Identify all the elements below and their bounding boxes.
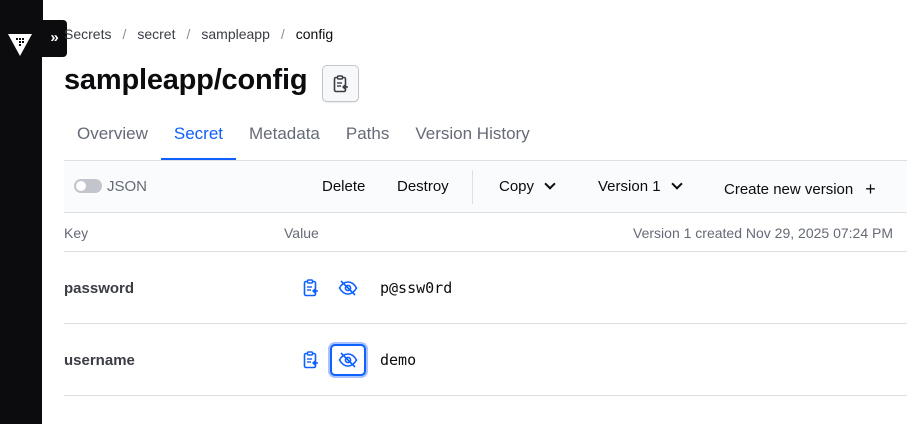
table-row: username demo [64, 324, 907, 396]
breadcrumb-separator: / [280, 26, 285, 42]
version-dropdown-label: Version 1 [598, 178, 661, 195]
copy-path-button[interactable] [322, 65, 359, 102]
breadcrumb-secrets[interactable]: Secrets [64, 26, 111, 42]
table-row: password p@ssw0rd [64, 252, 907, 324]
copy-dropdown-label: Copy [499, 178, 535, 195]
tab-overview[interactable]: Overview [64, 112, 161, 160]
copy-value-button[interactable] [300, 348, 322, 372]
tab-bar: Overview Secret Metadata Paths Version H… [64, 112, 543, 160]
version-dropdown[interactable]: Version 1 [598, 178, 683, 195]
chevron-down-icon [670, 178, 683, 190]
json-toggle[interactable] [74, 179, 102, 193]
secret-key: username [64, 352, 135, 369]
eye-off-icon [338, 352, 358, 368]
version-created-info: Version 1 created Nov 29, 2025 07:24 PM [633, 225, 893, 241]
toolbar-divider [472, 170, 473, 204]
secret-value: p@ssw0rd [380, 279, 453, 297]
double-chevron-right-icon: » [50, 29, 59, 46]
column-key-header: Key [64, 225, 89, 241]
breadcrumb-config: config [295, 26, 334, 42]
tab-secret[interactable]: Secret [160, 112, 236, 160]
destroy-button[interactable]: Destroy [397, 178, 449, 195]
table-header: Key Value Version 1 created Nov 29, 2025… [64, 213, 907, 252]
tab-version-history[interactable]: Version History [402, 112, 542, 160]
chevron-down-icon [544, 178, 556, 190]
secret-toolbar: JSON Delete Destroy Copy Version 1 Creat… [64, 160, 907, 213]
page-title: sampleapp/config [64, 64, 308, 96]
copy-dropdown[interactable]: Copy [499, 178, 556, 195]
breadcrumb-secret[interactable]: secret [137, 26, 175, 42]
breadcrumb-separator: / [186, 26, 191, 42]
clipboard-copy-icon [303, 279, 318, 297]
toggle-visibility-button[interactable] [330, 272, 366, 304]
clipboard-copy-icon [303, 351, 318, 369]
sidebar [0, 0, 42, 424]
secret-value: demo [380, 351, 417, 369]
copy-value-button[interactable] [300, 276, 322, 300]
column-value-header: Value [284, 225, 319, 241]
toggle-visibility-button[interactable] [330, 344, 366, 376]
secret-key: password [64, 280, 135, 297]
clipboard-copy-icon [333, 74, 348, 92]
tab-paths[interactable]: Paths [333, 112, 402, 160]
toggle-knob [76, 181, 86, 191]
delete-button[interactable]: Delete [322, 178, 365, 195]
breadcrumb: Secrets / secret / sampleapp / config [64, 26, 333, 42]
sidebar-edge [42, 0, 43, 20]
eye-off-icon [338, 280, 358, 296]
tab-metadata[interactable]: Metadata [236, 112, 333, 160]
create-new-version-button[interactable]: Create new version + [724, 178, 876, 199]
create-new-version-label: Create new version [724, 181, 854, 198]
plus-icon: + [865, 179, 876, 199]
breadcrumb-sampleapp[interactable]: sampleapp [201, 26, 270, 42]
vault-logo-icon[interactable] [7, 33, 33, 57]
breadcrumb-separator: / [122, 26, 127, 42]
json-toggle-label: JSON [107, 178, 148, 195]
